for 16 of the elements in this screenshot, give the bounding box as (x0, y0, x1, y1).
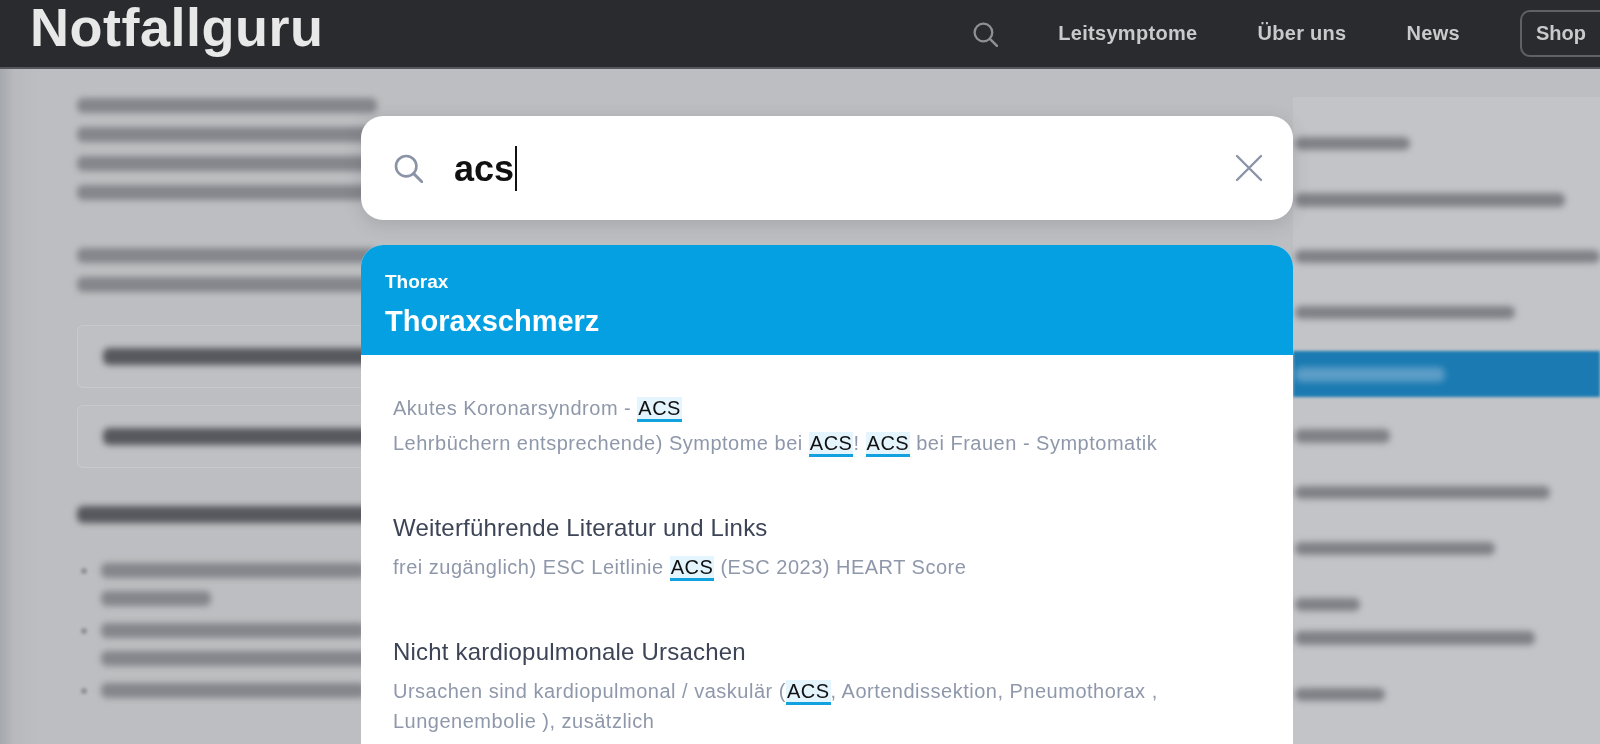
search-icon (393, 153, 423, 183)
search-field[interactable]: acs (361, 116, 1293, 220)
close-icon (1235, 154, 1263, 182)
result-excerpt[interactable]: frei zugänglich) ESC Leitlinie ACS (ESC 2023) HEART Score (393, 552, 967, 582)
search-icon[interactable] (972, 20, 999, 47)
category-label: Thorax (385, 270, 449, 294)
result-excerpt[interactable]: Lehrbüchern entsprechende) Symptome bei ACS! ACS bei Frauen - Symptomatik (393, 428, 1158, 458)
nav-link[interactable]: News (1406, 22, 1460, 45)
result-excerpt[interactable]: Ursachen sind kardiopulmonal / vaskulär (ACS, Aortendissektion, Pneumothorax , Lungenembolie ), zusätzlich (393, 676, 1193, 736)
result-title[interactable]: Weiterführende Literatur und Links (393, 513, 768, 543)
nav-link[interactable]: Über uns (1257, 22, 1347, 45)
close-button[interactable] (1235, 154, 1263, 182)
result-title[interactable]: Nicht kardiopulmonale Ursachen (393, 637, 746, 667)
nav-button[interactable]: Shop (1520, 10, 1600, 57)
result-excerpt[interactable]: Akutes Koronarsyndrom - ACS (393, 393, 682, 423)
nav-link[interactable]: Leitsymptome (1058, 22, 1198, 45)
